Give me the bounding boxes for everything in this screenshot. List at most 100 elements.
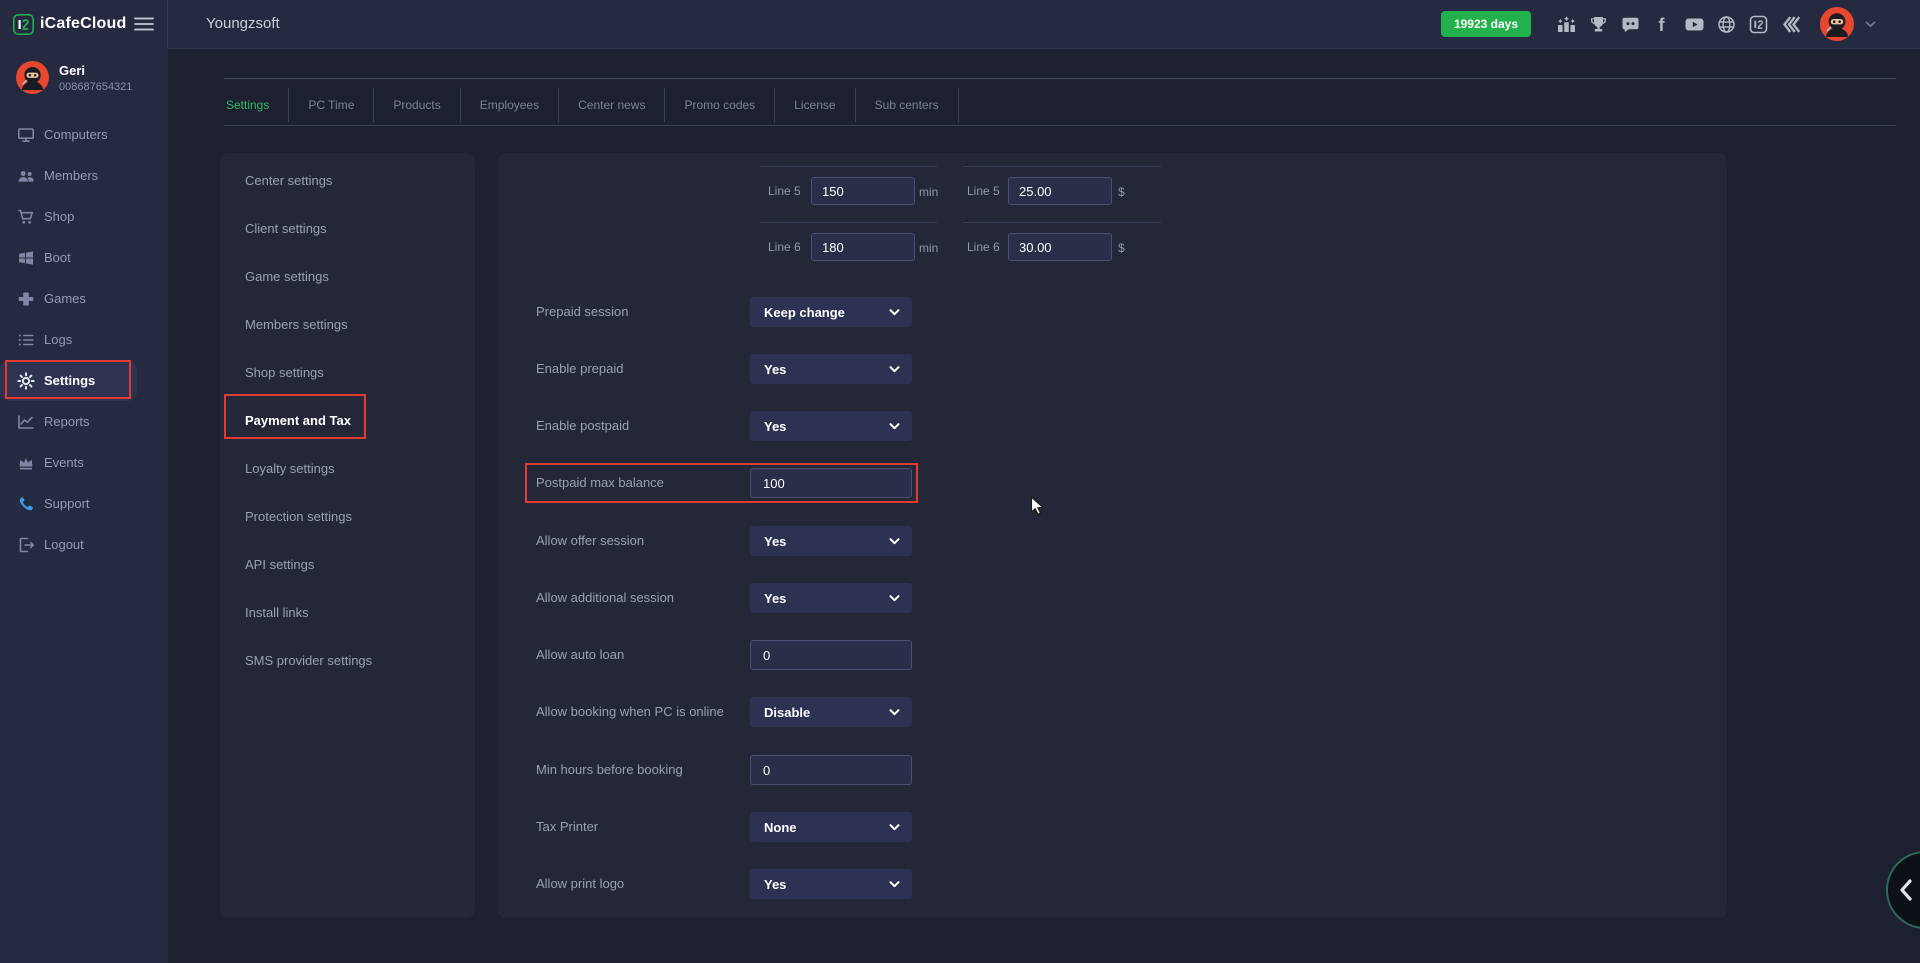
chevron-down-icon — [889, 709, 900, 716]
sidebar-item-label: Logs — [44, 332, 72, 347]
trophy-icon[interactable] — [1588, 14, 1609, 35]
tab-pc-time[interactable]: PC Time — [289, 88, 374, 122]
field-enable-postpaid: Enable postpaid Yes — [498, 411, 1727, 441]
select-value: Yes — [764, 877, 786, 892]
field-allow-booking-when-pc-online: Allow booking when PC is online Disable — [498, 697, 1727, 727]
icafecloud-mark-icon[interactable] — [1748, 14, 1769, 35]
tab-promo-codes[interactable]: Promo codes — [665, 88, 775, 122]
select-value: Yes — [764, 534, 786, 549]
chevron-down-icon — [889, 423, 900, 430]
settings-menu-item-install-links[interactable]: Install links — [220, 588, 475, 636]
settings-tabs: Settings PC Time Products Employees Cent… — [224, 88, 959, 122]
crown-icon — [17, 454, 35, 472]
tab-sub-centers[interactable]: Sub centers — [856, 88, 959, 122]
field-label: Tax Printer — [536, 812, 598, 842]
postpaid-max-balance-input[interactable] — [750, 468, 912, 498]
field-allow-additional-session: Allow additional session Yes — [498, 583, 1727, 613]
min-hours-before-booking-input[interactable] — [750, 755, 912, 785]
youtube-icon[interactable] — [1684, 14, 1705, 35]
enable-prepaid-select[interactable]: Yes — [750, 354, 912, 384]
field-postpaid-max-balance: Postpaid max balance — [498, 468, 1727, 498]
line6-price-input[interactable] — [1008, 233, 1112, 261]
allow-print-logo-select[interactable]: Yes — [750, 869, 912, 899]
payment-tax-form-panel: Line 5 min Line 5 $ Line 6 min Line 6 $ … — [498, 153, 1727, 918]
select-value: Yes — [764, 362, 786, 377]
divider-above-tabs — [224, 78, 1896, 79]
license-days-badge: 19923 days — [1441, 11, 1531, 37]
line5-price-input[interactable] — [1008, 177, 1112, 205]
user-avatar[interactable] — [1820, 7, 1854, 41]
sidebar-item-reports[interactable]: Reports — [0, 401, 168, 442]
side-drawer-handle[interactable] — [1886, 851, 1920, 929]
topbar-brand-area: iCafeCloud — [0, 0, 168, 48]
sidebar-item-shop[interactable]: Shop — [0, 196, 168, 237]
chevron-down-icon — [889, 595, 900, 602]
enable-postpaid-select[interactable]: Yes — [750, 411, 912, 441]
sidebar-item-logs[interactable]: Logs — [0, 319, 168, 360]
line5-minutes-input[interactable] — [811, 177, 915, 205]
row-divider — [963, 166, 1161, 167]
settings-menu-item-protection-settings[interactable]: Protection settings — [220, 492, 475, 540]
sidebar-item-support[interactable]: Support — [0, 483, 168, 524]
chevron-down-icon — [889, 309, 900, 316]
line6-minutes-input[interactable] — [811, 233, 915, 261]
select-value: Disable — [764, 705, 810, 720]
hamburger-icon[interactable] — [134, 17, 154, 31]
tab-products[interactable]: Products — [374, 88, 460, 122]
min-hours-before-booking-control — [750, 755, 912, 785]
discord-icon[interactable] — [1620, 14, 1641, 35]
tax-printer-select[interactable]: None — [750, 812, 912, 842]
sidebar-item-label: Games — [44, 291, 86, 306]
sidebar-item-label: Settings — [44, 373, 95, 388]
app-root: iCafeCloud Youngzsoft 19923 days f — [0, 0, 1920, 963]
sidebar-item-label: Shop — [44, 209, 74, 224]
settings-menu-item-payment-and-tax[interactable]: Payment and Tax — [220, 396, 475, 444]
settings-menu-item-game-settings[interactable]: Game settings — [220, 252, 475, 300]
globe-icon[interactable] — [1716, 14, 1737, 35]
sidebar-item-games[interactable]: Games — [0, 278, 168, 319]
phone-icon — [17, 495, 35, 513]
allow-offer-session-select[interactable]: Yes — [750, 526, 912, 556]
tab-employees[interactable]: Employees — [461, 88, 559, 122]
select-value: Yes — [764, 591, 786, 606]
sidebar-item-events[interactable]: Events — [0, 442, 168, 483]
chevrons-icon[interactable] — [1780, 14, 1801, 35]
sidebar-item-logout[interactable]: Logout — [0, 524, 168, 565]
sidebar-user-avatar[interactable] — [16, 61, 49, 94]
settings-menu-item-shop-settings[interactable]: Shop settings — [220, 348, 475, 396]
settings-menu-item-client-settings[interactable]: Client settings — [220, 204, 475, 252]
facebook-icon[interactable]: f — [1652, 14, 1673, 35]
topbar-actions: 19923 days f — [1441, 0, 1920, 48]
sidebar-item-boot[interactable]: Boot — [0, 237, 168, 278]
logo-text: iCafeCloud — [40, 15, 126, 33]
app-logo[interactable]: iCafeCloud — [13, 14, 126, 35]
field-label: Allow print logo — [536, 869, 624, 899]
allow-auto-loan-input[interactable] — [750, 640, 912, 670]
settings-menu-item-api-settings[interactable]: API settings — [220, 540, 475, 588]
settings-menu-item-center-settings[interactable]: Center settings — [220, 156, 475, 204]
sidebar-item-label: Computers — [44, 127, 108, 142]
sidebar-item-label: Boot — [44, 250, 71, 265]
cart-icon — [17, 208, 35, 226]
allow-booking-when-pc-online-select[interactable]: Disable — [750, 697, 912, 727]
sidebar-item-settings[interactable]: Settings — [0, 360, 137, 401]
allow-additional-session-select[interactable]: Yes — [750, 583, 912, 613]
line5-minutes-unit: min — [919, 184, 938, 200]
user-menu-chevron-down-icon[interactable] — [1865, 21, 1876, 28]
field-label: Enable postpaid — [536, 411, 629, 441]
settings-menu-item-loyalty-settings[interactable]: Loyalty settings — [220, 444, 475, 492]
tab-center-news[interactable]: Center news — [559, 88, 665, 122]
prepaid-session-select[interactable]: Keep change — [750, 297, 912, 327]
sidebar-item-members[interactable]: Members — [0, 155, 168, 196]
sidebar-item-label: Members — [44, 168, 98, 183]
tab-settings[interactable]: Settings — [224, 88, 289, 122]
monitor-icon — [17, 126, 35, 144]
settings-menu-item-members-settings[interactable]: Members settings — [220, 300, 475, 348]
line6-minutes-label: Line 6 — [768, 239, 801, 255]
page-title: Youngzsoft — [206, 0, 280, 48]
tab-license[interactable]: License — [775, 88, 855, 122]
settings-menu-item-sms-provider-settings[interactable]: SMS provider settings — [220, 636, 475, 684]
sidebar-user: Geri 008687654321 — [0, 48, 168, 94]
leaderboard-icon[interactable] — [1556, 14, 1577, 35]
sidebar-item-computers[interactable]: Computers — [0, 114, 168, 155]
